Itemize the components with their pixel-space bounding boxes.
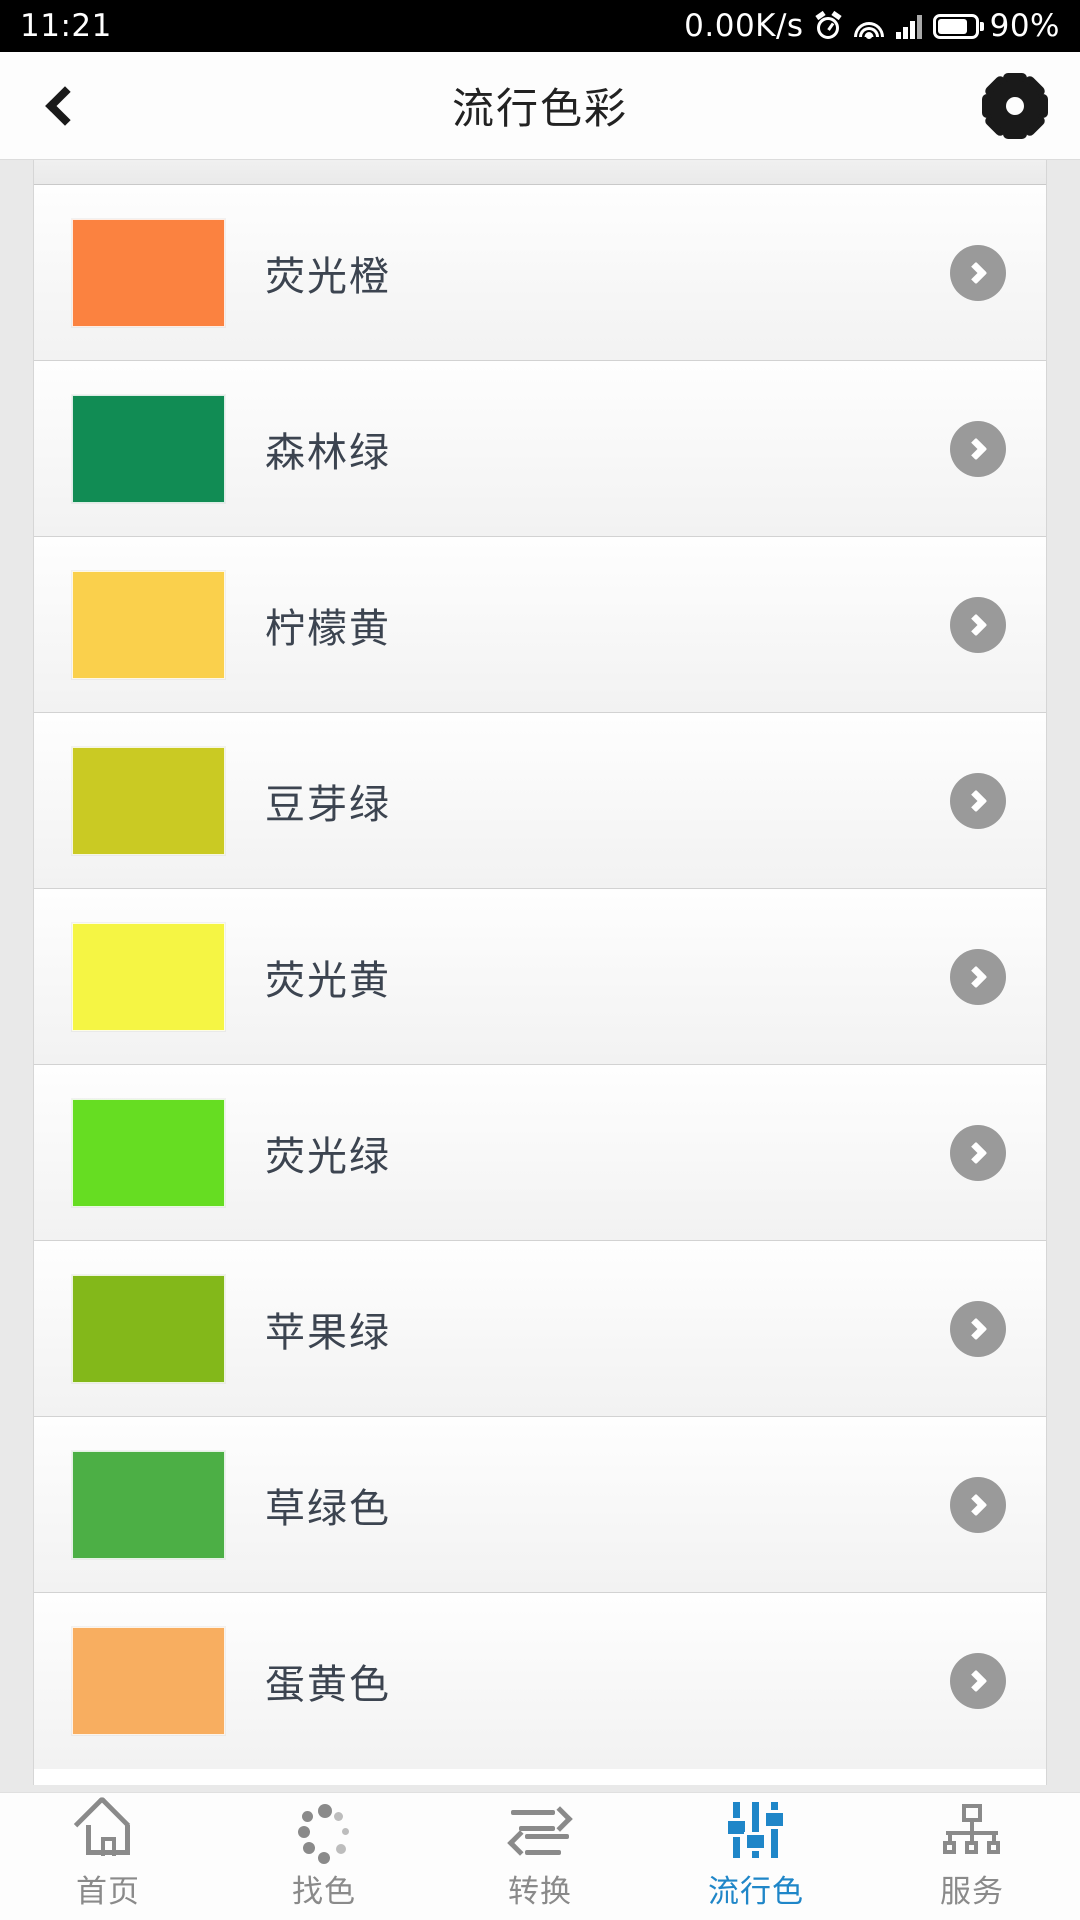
chevron-right-icon[interactable] [950,772,1006,829]
org-icon [943,1804,1001,1856]
nav-item-label: 找色 [292,1874,356,1910]
chevron-left-icon [45,85,85,126]
list-item[interactable]: 荧光绿 [34,1065,1046,1241]
color-name-label: 柠檬黄 [265,605,391,652]
list-item[interactable]: 荧光橙 [34,185,1046,361]
chevron-right-glyph [964,1317,987,1340]
status-time: 11:21 [20,8,112,44]
list-item[interactable]: 蛋黄色 [34,1593,1046,1769]
color-list-scroll-area[interactable]: 荧光橙森林绿柠檬黄豆芽绿荧光黄荧光绿苹果绿草绿色蛋黄色 [0,160,1080,1792]
nav-item-home[interactable]: 首页 [0,1793,216,1920]
chevron-right-glyph [964,261,987,284]
color-name-label: 蛋黄色 [265,1662,391,1708]
color-name-label: 森林绿 [265,429,391,476]
dots-icon [296,1802,352,1864]
chevron-right-icon[interactable] [950,1653,1006,1709]
color-swatch [72,922,225,1031]
chevron-right-glyph [964,1141,987,1164]
status-right-group: 0.00K/s 90% [684,8,1060,44]
app-root: 11:21 0.00K/s 90% 流行色彩 荧光橙 森林绿 柠檬黄 豆芽绿 荧… [0,0,1080,1920]
gear-icon [982,72,1048,139]
page-title: 流行色彩 [451,84,628,133]
settings-button[interactable] [950,52,1080,160]
bottom-navigation: 首页 找色 转换 流行色 服务 [0,1792,1080,1920]
back-button[interactable] [0,52,120,160]
nav-item-dots[interactable]: 找色 [216,1793,432,1920]
nav-item-label: 转换 [508,1874,572,1910]
home-icon [73,1795,137,1856]
nav-item-sliders[interactable]: 流行色 [648,1793,864,1920]
chevron-right-icon[interactable] [950,244,1006,301]
network-speed-text: 0.00K/s [684,8,804,44]
chevron-right-glyph [964,965,987,988]
chevron-right-icon[interactable] [950,420,1006,477]
nav-item-label: 流行色 [708,1874,804,1910]
chevron-right-icon[interactable] [950,1476,1006,1533]
nav-icon-wrap [296,1802,352,1864]
chevron-right-glyph [964,613,987,636]
color-name-label: 荧光黄 [265,957,391,1004]
list-bottom-edge [33,1769,1047,1785]
color-name-label: 荧光绿 [265,1133,391,1180]
color-swatch [72,1274,225,1383]
list-item[interactable]: 草绿色 [34,1417,1046,1593]
color-swatch [72,218,225,327]
wifi-icon [853,13,885,39]
list-item[interactable]: 豆芽绿 [34,713,1046,889]
status-bar: 11:21 0.00K/s 90% [0,0,1080,52]
color-swatch [72,1098,225,1207]
color-swatch [72,1450,225,1559]
color-list: 荧光橙森林绿柠檬黄豆芽绿荧光黄荧光绿苹果绿草绿色蛋黄色 [33,160,1047,1769]
color-name-label: 豆芽绿 [265,781,391,828]
color-swatch [72,1627,225,1735]
chevron-right-glyph [964,1493,987,1516]
swap-icon [507,1804,573,1856]
list-item[interactable]: 森林绿 [34,361,1046,537]
nav-icon-wrap [943,1802,1001,1858]
chevron-right-icon[interactable] [950,1124,1006,1181]
chevron-right-glyph [964,1669,987,1693]
color-name-label: 苹果绿 [265,1309,391,1356]
list-item[interactable]: 荧光黄 [34,889,1046,1065]
color-swatch [72,746,225,855]
chevron-right-icon[interactable] [950,1300,1006,1357]
chevron-right-icon[interactable] [950,596,1006,653]
color-swatch [72,570,225,679]
chevron-right-glyph [964,437,987,460]
chevron-right-glyph [964,789,987,812]
app-header: 流行色彩 [0,52,1080,160]
color-swatch [72,394,225,503]
nav-item-org[interactable]: 服务 [864,1793,1080,1920]
chevron-right-icon[interactable] [950,948,1006,1005]
color-name-label: 荧光橙 [265,253,391,300]
nav-item-label: 首页 [76,1874,140,1910]
battery-percent-text: 90% [989,8,1060,44]
color-name-label: 草绿色 [265,1485,391,1532]
nav-item-swap[interactable]: 转换 [432,1793,648,1920]
sliders-icon [725,1802,786,1858]
list-item-partial-top[interactable] [34,160,1046,185]
nav-icon-wrap [73,1795,137,1858]
battery-icon [932,13,984,39]
nav-icon-wrap [725,1802,786,1858]
nav-item-label: 服务 [940,1874,1004,1910]
alarm-icon [814,10,842,40]
list-item[interactable]: 柠檬黄 [34,537,1046,713]
signal-icon [895,13,922,39]
list-item[interactable]: 苹果绿 [34,1241,1046,1417]
nav-icon-wrap [507,1802,573,1858]
